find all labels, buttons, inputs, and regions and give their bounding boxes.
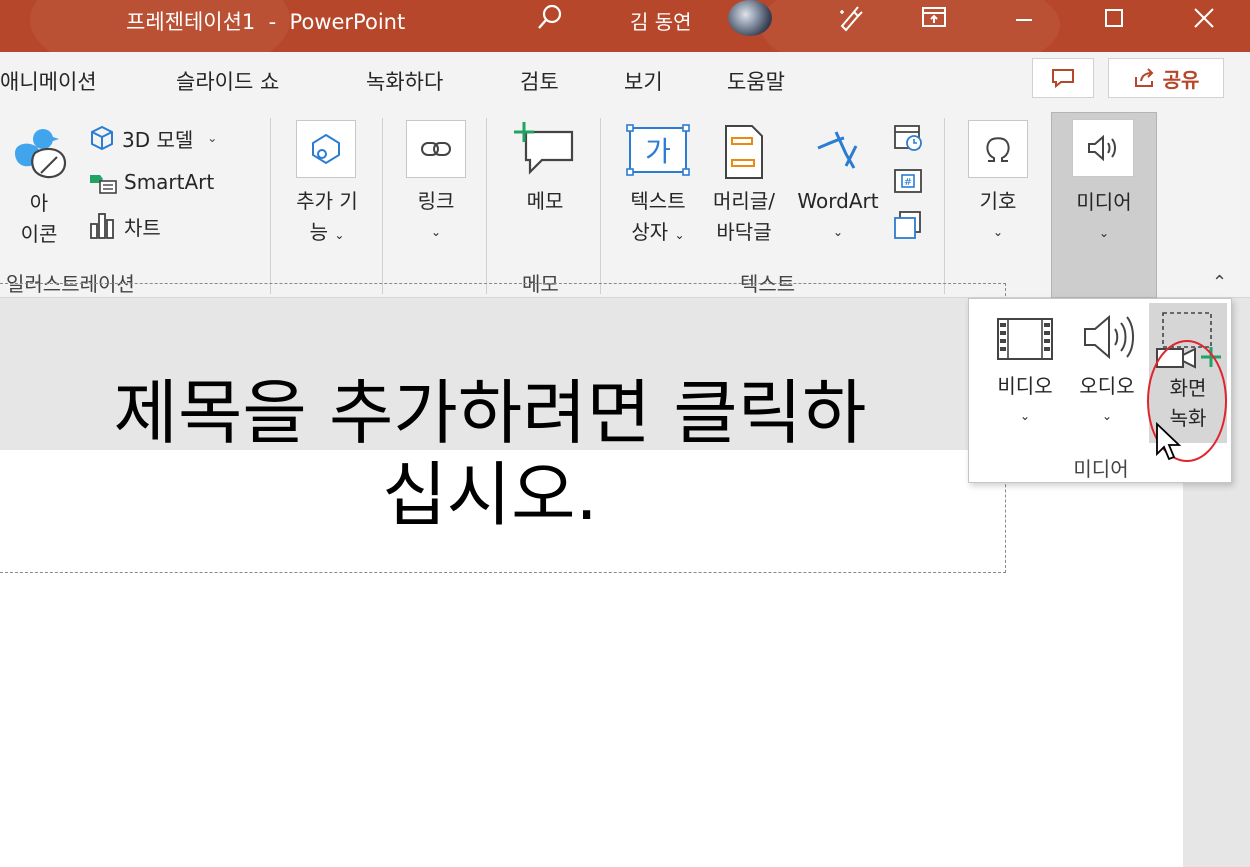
user-name[interactable]: 김 동연 xyxy=(630,6,692,35)
film-icon xyxy=(995,313,1055,365)
chevron-down-icon: ⌄ xyxy=(1098,226,1110,240)
minimize-icon[interactable] xyxy=(1000,0,1048,36)
addins-button[interactable]: 추가 기 능 ⌄ xyxy=(282,186,372,251)
cube-icon xyxy=(91,125,113,151)
share-button[interactable]: 공유 xyxy=(1108,58,1224,98)
tab-record[interactable]: 녹화하다 xyxy=(366,66,443,96)
share-label: 공유 xyxy=(1162,67,1200,92)
mouse-cursor-icon xyxy=(1155,421,1183,466)
media-button[interactable]: 미디어 ⌄ xyxy=(1051,112,1157,298)
slide-number-icon[interactable]: # xyxy=(890,164,926,198)
chevron-down-icon: ⌄ xyxy=(430,225,442,239)
close-icon[interactable] xyxy=(1180,0,1228,36)
comment-icon xyxy=(1052,69,1074,89)
chevron-down-icon: ⌄ xyxy=(1101,409,1113,423)
wordart-icon[interactable] xyxy=(808,124,868,184)
chevron-down-icon: ⌄ xyxy=(992,225,1004,239)
media-label: 미디어 ⌄ xyxy=(1060,187,1148,249)
object-icon[interactable] xyxy=(890,208,926,242)
ribbon: 아 이콘 3D 모델 ⌄ SmartArt 차트 일러스트레이션 추가 기 능 … xyxy=(0,108,1250,298)
link-button[interactable]: 링크 ⌄ xyxy=(406,186,466,248)
smartart-button[interactable]: SmartArt xyxy=(88,166,214,198)
icons-label[interactable]: 아 이콘 xyxy=(8,188,70,250)
ribbon-separator xyxy=(270,118,271,294)
addins-icon[interactable] xyxy=(296,120,356,178)
title-placeholder-text[interactable]: 제목을 추가하려면 클릭하 십시오. xyxy=(0,372,1010,536)
chevron-down-icon: ⌄ xyxy=(674,228,685,242)
symbols-button[interactable]: 기호 ⌄ xyxy=(962,186,1034,248)
maximize-icon[interactable] xyxy=(1090,0,1138,36)
text-box-button[interactable]: 텍스트 상자 ⌄ xyxy=(612,186,704,251)
pen-icon[interactable] xyxy=(826,0,874,36)
3d-models-button[interactable]: 3D 모델 ⌄ xyxy=(88,122,217,154)
icons-button-icon[interactable] xyxy=(6,122,72,188)
chevron-down-icon: ⌄ xyxy=(207,131,218,145)
date-time-icon[interactable] xyxy=(890,120,926,154)
header-footer-button[interactable]: 머리글/ 바닥글 xyxy=(702,186,786,248)
chevron-down-icon: ⌄ xyxy=(832,225,844,239)
search-icon[interactable] xyxy=(528,0,572,36)
title-bar: 프레젠테이션1 - PowerPoint 김 동연 xyxy=(0,0,1250,52)
omega-icon[interactable] xyxy=(968,120,1028,178)
chevron-down-icon: ⌄ xyxy=(334,228,345,242)
speaker-icon xyxy=(1072,119,1134,177)
comment-button-label[interactable]: 메모 xyxy=(510,186,580,217)
link-icon[interactable] xyxy=(406,120,466,178)
chevron-down-icon: ⌄ xyxy=(1019,409,1031,423)
tab-review[interactable]: 검토 xyxy=(520,66,559,96)
tab-help[interactable]: 도움말 xyxy=(727,66,785,96)
window-title: 프레젠테이션1 - PowerPoint xyxy=(126,10,406,34)
audio-button[interactable]: 오디오 ⌄ xyxy=(1067,371,1147,431)
svg-text:가: 가 xyxy=(645,135,671,168)
chart-icon xyxy=(90,213,114,239)
wordart-button[interactable]: WordArt ⌄ xyxy=(792,186,884,248)
ribbon-separator xyxy=(382,118,383,294)
audio-icon xyxy=(1077,309,1139,365)
video-button[interactable]: 비디오 ⌄ xyxy=(985,371,1065,431)
svg-text:#: # xyxy=(904,177,912,188)
tab-view[interactable]: 보기 xyxy=(624,66,663,96)
smartart-icon xyxy=(90,175,117,194)
chart-button[interactable]: 차트 xyxy=(88,210,161,242)
share-icon xyxy=(1134,68,1154,87)
avatar[interactable] xyxy=(728,0,772,36)
text-box-icon[interactable]: 가 xyxy=(626,124,690,178)
ribbon-separator xyxy=(486,118,487,294)
comments-button[interactable] xyxy=(1032,58,1094,98)
ribbon-separator xyxy=(600,118,601,294)
collapse-ribbon-icon[interactable]: ⌃ xyxy=(1212,272,1227,293)
ribbon-display-icon[interactable] xyxy=(910,0,958,36)
new-comment-icon[interactable] xyxy=(510,118,576,184)
header-footer-icon[interactable] xyxy=(718,122,770,182)
ribbon-separator xyxy=(944,118,945,294)
ribbon-tabs: 애니메이션 슬라이드 쇼 녹화하다 검토 보기 도움말 공유 xyxy=(0,52,1250,108)
tab-slideshow[interactable]: 슬라이드 쇼 xyxy=(176,66,279,96)
tab-animations[interactable]: 애니메이션 xyxy=(0,66,97,96)
